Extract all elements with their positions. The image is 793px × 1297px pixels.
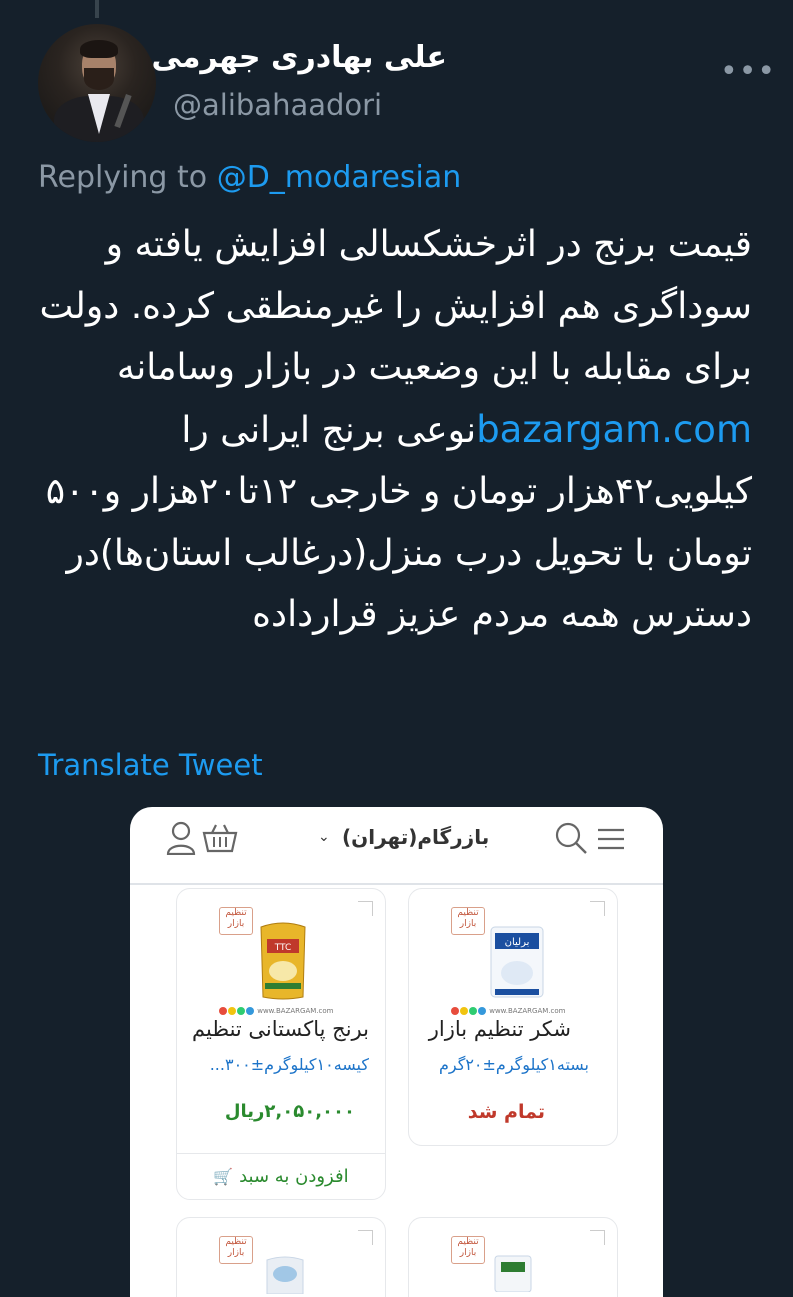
product-price: ۲,۰۵۰,۰۰۰ریال	[224, 1101, 355, 1122]
search-icon	[555, 822, 587, 854]
basket-icon	[202, 824, 238, 853]
soldout-status: تمام شد	[467, 1101, 545, 1123]
rice-package-image: TTC	[260, 922, 306, 1000]
tweet-link[interactable]: bazargam.com	[476, 408, 752, 451]
translate-tweet-link[interactable]: Translate Tweet	[38, 748, 263, 782]
user-icon	[166, 821, 196, 855]
market-badge: تنظیم بازار	[451, 907, 485, 935]
product-card[interactable]: تنظیم بازار	[176, 1217, 386, 1297]
product-image	[494, 1255, 532, 1292]
author-handle[interactable]: @alibahaadori	[173, 88, 382, 122]
product-card[interactable]: تنظیم بازار	[408, 1217, 618, 1297]
menu-icon	[598, 828, 624, 850]
product-name[interactable]: برنج پاکستانی تنظیم	[192, 1017, 369, 1041]
add-to-cart-label: افزودن به سبد	[239, 1166, 349, 1187]
chevron-down-icon: ⌄	[318, 829, 330, 845]
product-image	[266, 1256, 304, 1294]
attached-screenshot[interactable]: ⌄ بازرگام(تهران) تنظیم بازار برلیان www.…	[130, 807, 663, 1297]
replying-mention-link[interactable]: @D_modaresian	[217, 160, 462, 195]
replying-prefix: Replying to	[38, 160, 208, 195]
market-badge: تنظیم بازار	[219, 907, 253, 935]
logo-text: www.BAZARGAM.com	[257, 1007, 334, 1015]
bazargam-logo: www.BAZARGAM.com	[219, 1007, 333, 1015]
product-name[interactable]: شکر تنظیم بازار	[429, 1017, 571, 1041]
logo-text: www.BAZARGAM.com	[489, 1007, 566, 1015]
svg-text:TTC: TTC	[274, 943, 292, 953]
cart-icon: 🛒	[213, 1167, 234, 1186]
more-options-icon[interactable]: •••	[720, 54, 776, 89]
author-name[interactable]: علی بهادری جهرمی	[152, 40, 448, 75]
sugar-package-image: برلیان	[490, 926, 544, 998]
market-badge: تنظیم بازار	[219, 1236, 253, 1264]
product-desc: کیسه۱۰کیلوگرم±۳۰۰...	[209, 1055, 369, 1074]
location-title: بازرگام(تهران)	[342, 825, 490, 849]
market-badge: تنظیم بازار	[451, 1236, 485, 1264]
avatar[interactable]	[38, 24, 156, 142]
app-header: ⌄ بازرگام(تهران)	[130, 807, 663, 885]
product-card[interactable]: تنظیم بازار TTC www.BAZARGAM.com برنج پا…	[176, 888, 386, 1200]
replying-to: Replying to @D_modaresian	[38, 160, 461, 195]
product-card[interactable]: تنظیم بازار برلیان www.BAZARGAM.com شکر …	[408, 888, 618, 1146]
product-desc: بسته۱کیلوگرم±۲۰گرم	[438, 1055, 589, 1074]
add-to-cart-button[interactable]: افزودن به سبد 🛒	[177, 1153, 385, 1200]
bazargam-logo: www.BAZARGAM.com	[451, 1007, 565, 1015]
svg-text:برلیان: برلیان	[505, 937, 530, 948]
tweet-text: قیمت برنج در اثرخشکسالی افزایش یافته و س…	[30, 214, 752, 646]
thread-line	[95, 0, 99, 18]
tweet-text-part-1: قیمت برنج در اثرخشکسالی افزایش یافته و س…	[39, 224, 752, 388]
